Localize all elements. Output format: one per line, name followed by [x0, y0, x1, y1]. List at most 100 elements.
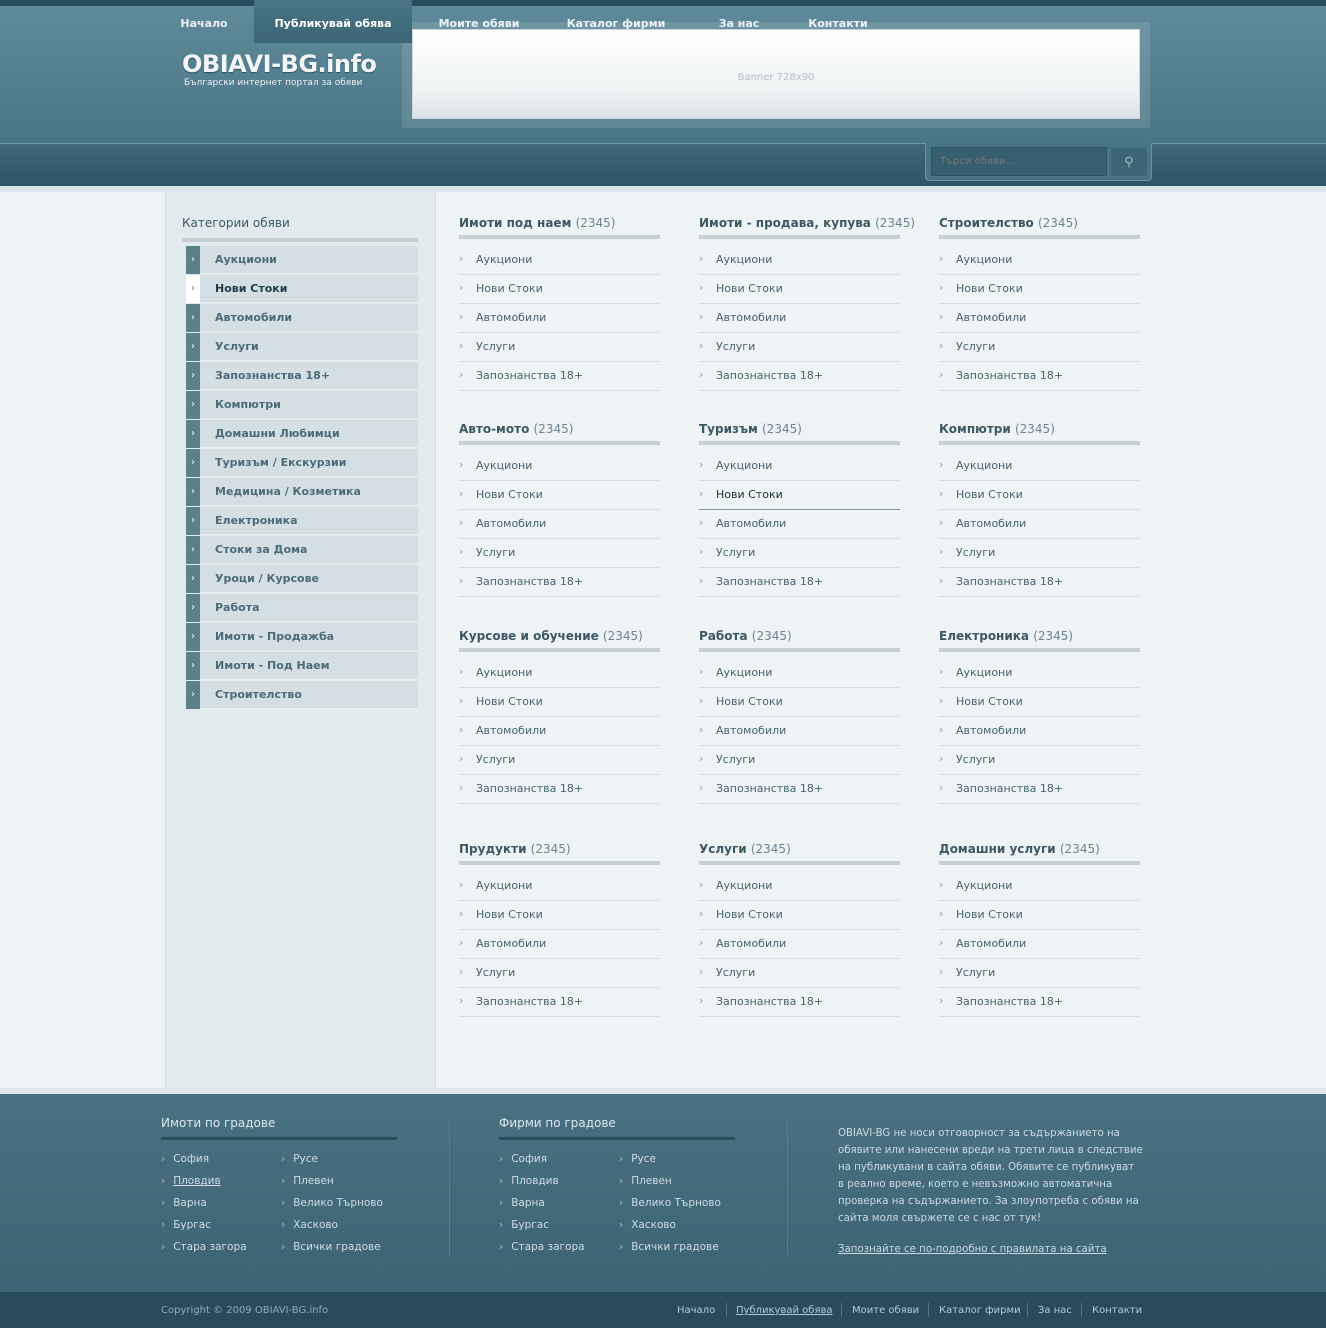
category-block-title[interactable]: Туризъм (2345)	[699, 422, 802, 436]
list-item[interactable]: › Услуги	[699, 746, 900, 775]
list-item[interactable]: › Автомобили	[939, 717, 1140, 746]
list-item[interactable]: › Запознанства 18+	[459, 568, 660, 597]
sidebar-item[interactable]: › Медицина / Козметика	[186, 478, 418, 506]
footer-nav-link[interactable]: Каталог фирми	[939, 1305, 1021, 1316]
list-item[interactable]: › Автомобили	[459, 510, 660, 539]
category-block-title[interactable]: Авто-мото (2345)	[459, 422, 573, 436]
footer-city-link[interactable]: › Плевен	[619, 1175, 672, 1187]
sidebar-item[interactable]: › Нови Стоки	[186, 275, 418, 303]
list-item[interactable]: › Автомобили	[699, 304, 900, 333]
footer-city-link[interactable]: › Русе	[619, 1153, 656, 1165]
nav-item-about[interactable]: За нас	[700, 0, 778, 43]
list-item[interactable]: › Автомобили	[939, 304, 1140, 333]
footer-city-link[interactable]: › Варна	[161, 1197, 207, 1209]
list-item[interactable]: › Аукциони	[459, 246, 660, 275]
footer-nav-link[interactable]: Моите обяви	[852, 1305, 919, 1316]
list-item[interactable]: › Нови Стоки	[699, 481, 900, 510]
search-button[interactable]: ⚲	[1111, 148, 1147, 176]
footer-city-link[interactable]: › Хасково	[281, 1219, 338, 1231]
list-item[interactable]: › Нови Стоки	[939, 481, 1140, 510]
category-block-title[interactable]: Услуги (2345)	[699, 842, 791, 856]
list-item[interactable]: › Запознанства 18+	[459, 775, 660, 804]
list-item[interactable]: › Аукциони	[939, 872, 1140, 901]
list-item[interactable]: › Запознанства 18+	[699, 988, 900, 1017]
list-item[interactable]: › Запознанства 18+	[459, 362, 660, 391]
footer-city-link[interactable]: › Плевен	[281, 1175, 334, 1187]
sidebar-item[interactable]: › Услуги	[186, 333, 418, 361]
list-item[interactable]: › Запознанства 18+	[459, 988, 660, 1017]
nav-item-catalog[interactable]: Каталог фирми	[552, 0, 680, 43]
list-item[interactable]: › Аукциони	[939, 452, 1140, 481]
list-item[interactable]: › Услуги	[939, 959, 1140, 988]
footer-city-link[interactable]: › Велико Търново	[281, 1197, 383, 1209]
list-item[interactable]: › Нови Стоки	[699, 275, 900, 304]
footer-city-link[interactable]: › София	[499, 1153, 547, 1165]
list-item[interactable]: › Услуги	[699, 333, 900, 362]
list-item[interactable]: › Нови Стоки	[459, 901, 660, 930]
category-block-title[interactable]: Имоти под наем (2345)	[459, 216, 615, 230]
list-item[interactable]: › Нови Стоки	[939, 901, 1140, 930]
sidebar-item[interactable]: › Автомобили	[186, 304, 418, 332]
list-item[interactable]: › Автомобили	[699, 510, 900, 539]
list-item[interactable]: › Нови Стоки	[459, 688, 660, 717]
nav-item-contacts[interactable]: Контакти	[792, 0, 884, 43]
list-item[interactable]: › Нови Стоки	[939, 275, 1140, 304]
sidebar-item[interactable]: › Строителство	[186, 681, 418, 709]
list-item[interactable]: › Аукциони	[699, 659, 900, 688]
list-item[interactable]: › Аукциони	[459, 659, 660, 688]
footer-city-link[interactable]: › Бургас	[499, 1219, 549, 1231]
list-item[interactable]: › Запознанства 18+	[939, 568, 1140, 597]
list-item[interactable]: › Автомобили	[939, 930, 1140, 959]
logo[interactable]: OBIAVI-BG.info Български интернет портал…	[182, 50, 377, 88]
list-item[interactable]: › Автомобили	[459, 717, 660, 746]
category-block-title[interactable]: Домашни услуги (2345)	[939, 842, 1100, 856]
sidebar-item[interactable]: › Запознанства 18+	[186, 362, 418, 390]
sidebar-item[interactable]: › Електроника	[186, 507, 418, 535]
nav-item-publish[interactable]: Публикувай обява	[254, 0, 412, 43]
footer-city-link[interactable]: › Стара загора	[499, 1241, 585, 1253]
footer-city-link[interactable]: › Стара загора	[161, 1241, 247, 1253]
search-input[interactable]	[931, 147, 1107, 176]
list-item[interactable]: › Нови Стоки	[459, 481, 660, 510]
list-item[interactable]: › Нови Стоки	[699, 901, 900, 930]
nav-item-home[interactable]: Начало	[160, 0, 248, 43]
footer-nav-link[interactable]: За нас	[1038, 1305, 1072, 1316]
list-item[interactable]: › Аукциони	[699, 246, 900, 275]
category-block-title[interactable]: Работа (2345)	[699, 629, 792, 643]
footer-city-link[interactable]: › Пловдив	[499, 1175, 559, 1187]
list-item[interactable]: › Услуги	[699, 539, 900, 568]
list-item[interactable]: › Автомобили	[699, 717, 900, 746]
list-item[interactable]: › Автомобили	[459, 930, 660, 959]
list-item[interactable]: › Услуги	[459, 746, 660, 775]
sidebar-item[interactable]: › Имоти - Под Наем	[186, 652, 418, 680]
sidebar-item[interactable]: › Имоти - Продажба	[186, 623, 418, 651]
list-item[interactable]: › Аукциони	[699, 872, 900, 901]
footer-rules-link[interactable]: Запознайте се по-подробно с правилата на…	[838, 1244, 1107, 1255]
list-item[interactable]: › Услуги	[459, 333, 660, 362]
category-block-title[interactable]: Електроника (2345)	[939, 629, 1073, 643]
list-item[interactable]: › Услуги	[939, 333, 1140, 362]
list-item[interactable]: › Нови Стоки	[939, 688, 1140, 717]
list-item[interactable]: › Аукциони	[459, 872, 660, 901]
footer-city-link[interactable]: › Варна	[499, 1197, 545, 1209]
list-item[interactable]: › Услуги	[459, 539, 660, 568]
footer-city-link[interactable]: › Пловдив	[161, 1175, 221, 1187]
list-item[interactable]: › Автомобили	[939, 510, 1140, 539]
footer-nav-link[interactable]: Публикувай обява	[736, 1305, 832, 1316]
list-item[interactable]: › Запознанства 18+	[939, 988, 1140, 1017]
sidebar-item[interactable]: › Компютри	[186, 391, 418, 419]
footer-city-link[interactable]: › Бургас	[161, 1219, 211, 1231]
sidebar-item[interactable]: › Стоки за Дома	[186, 536, 418, 564]
sidebar-item[interactable]: › Домашни Любимци	[186, 420, 418, 448]
footer-city-link[interactable]: › Велико Търново	[619, 1197, 721, 1209]
list-item[interactable]: › Запознанства 18+	[699, 775, 900, 804]
list-item[interactable]: › Услуги	[939, 539, 1140, 568]
footer-city-link[interactable]: › Всички градове	[281, 1241, 381, 1253]
list-item[interactable]: › Услуги	[459, 959, 660, 988]
list-item[interactable]: › Запознанства 18+	[939, 775, 1140, 804]
list-item[interactable]: › Услуги	[939, 746, 1140, 775]
list-item[interactable]: › Аукциони	[699, 452, 900, 481]
list-item[interactable]: › Аукциони	[939, 246, 1140, 275]
footer-city-link[interactable]: › София	[161, 1153, 209, 1165]
list-item[interactable]: › Аукциони	[939, 659, 1140, 688]
